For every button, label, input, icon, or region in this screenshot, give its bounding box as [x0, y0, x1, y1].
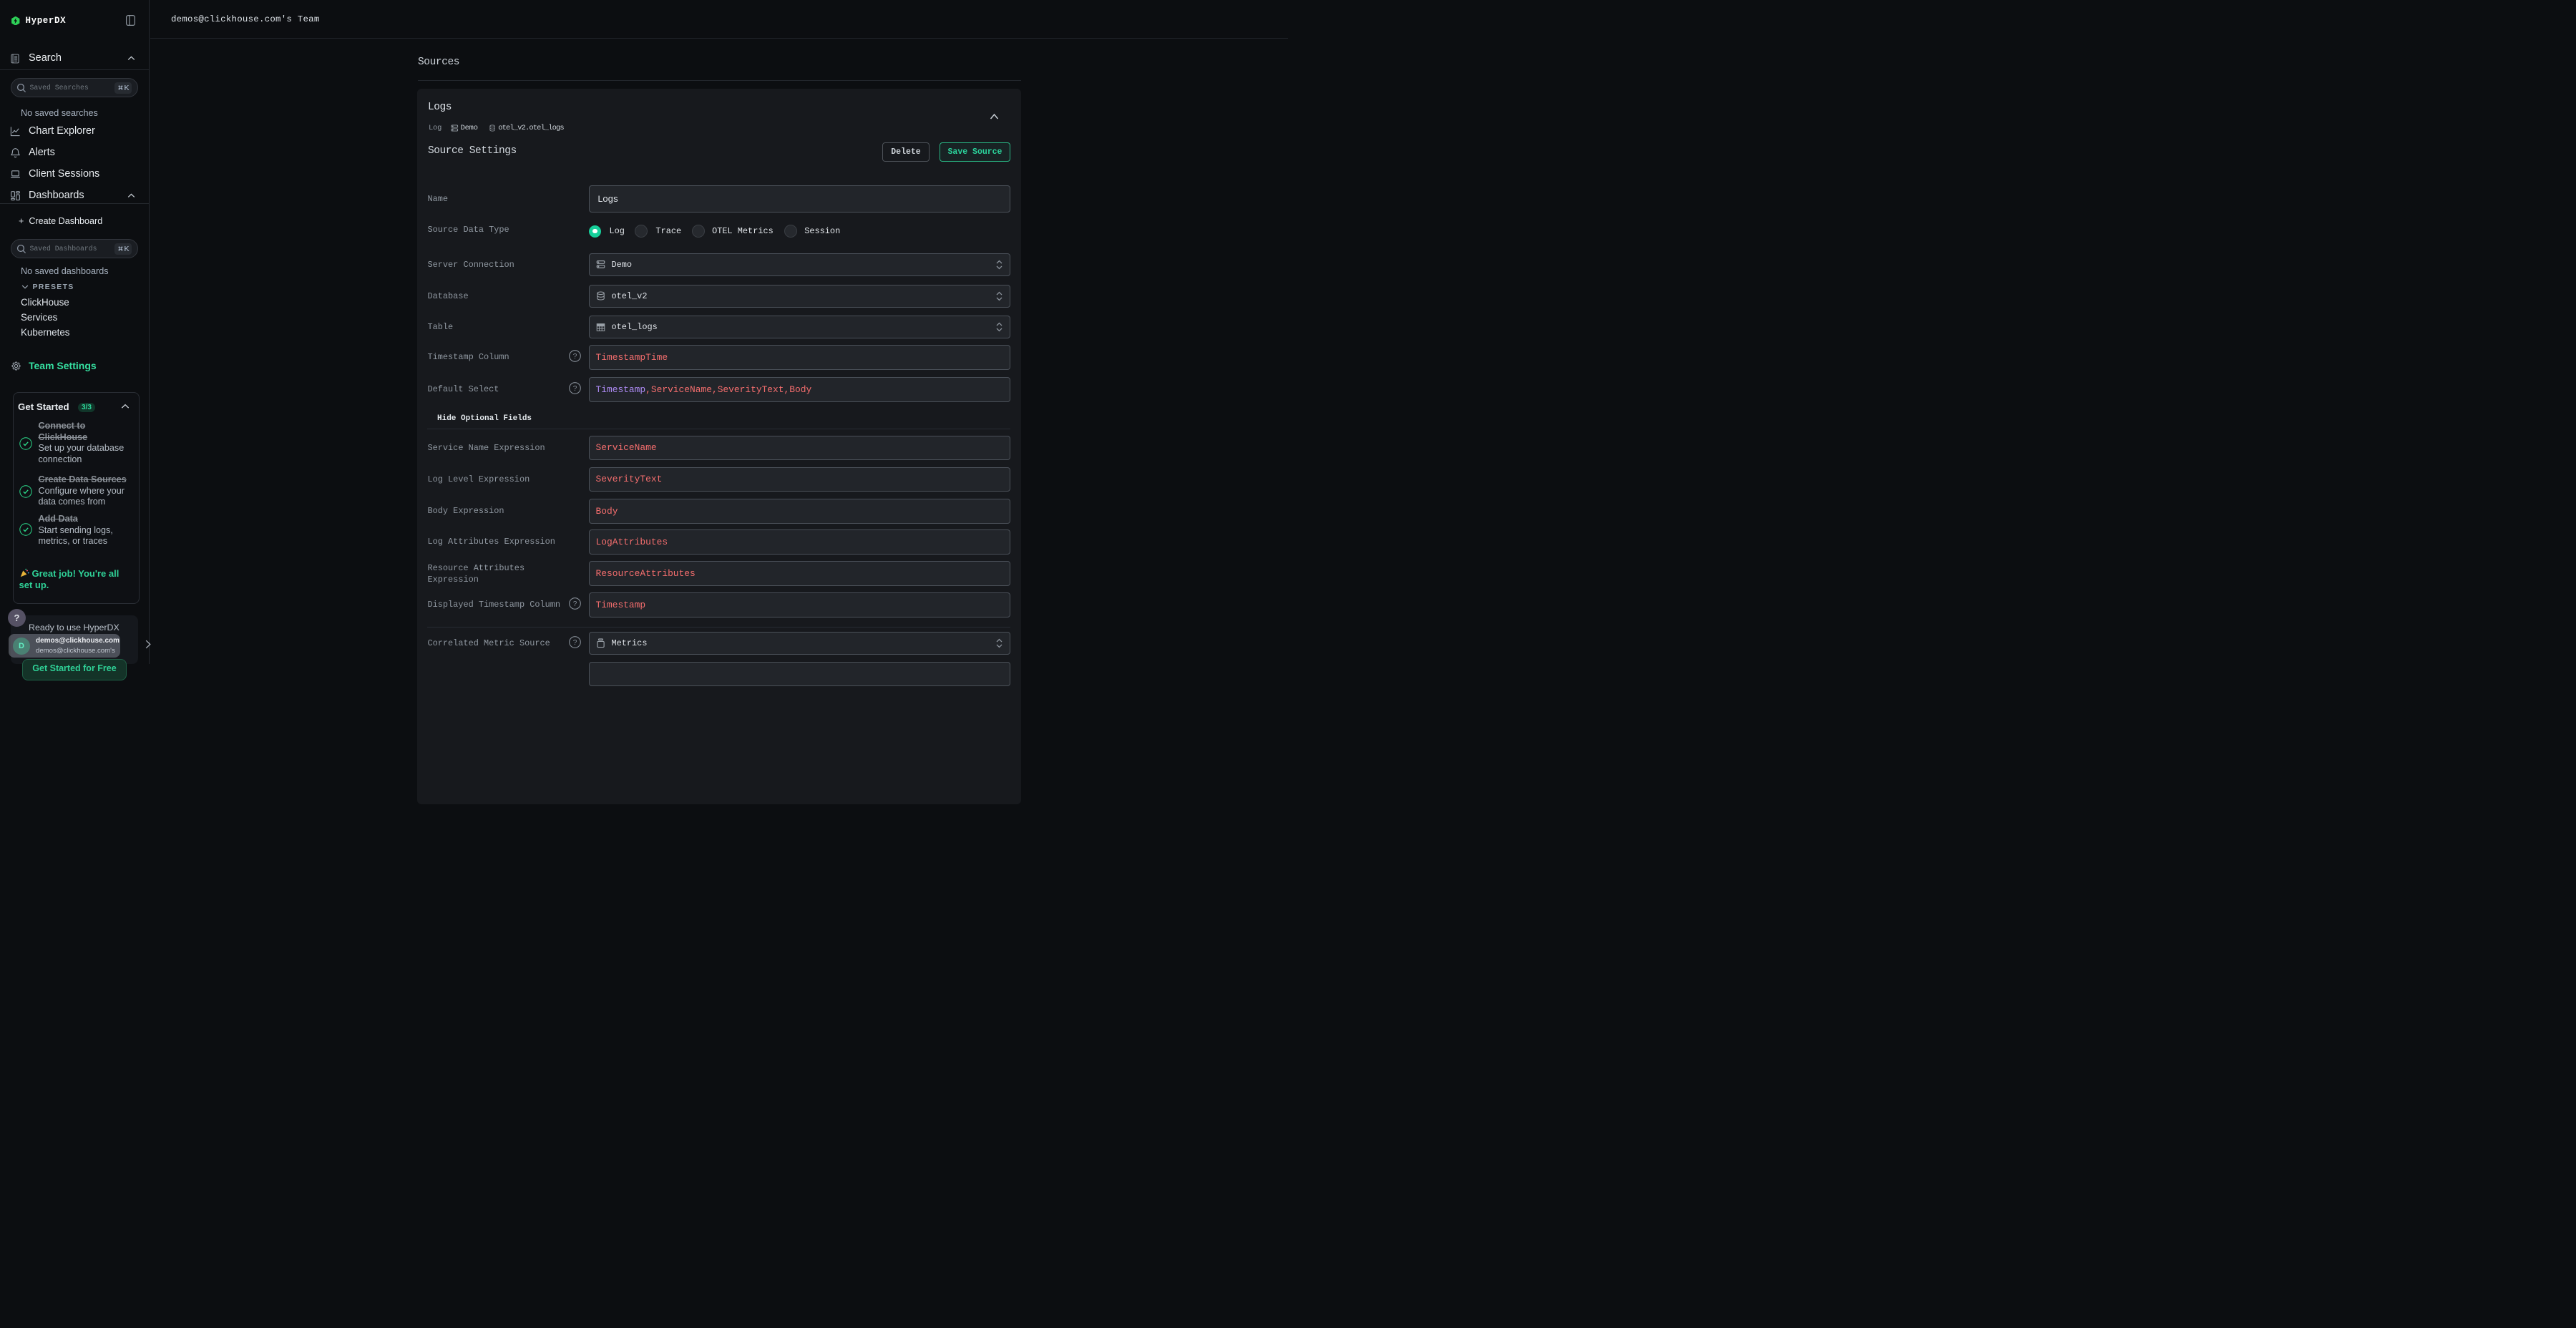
svg-text:?: ? — [573, 639, 577, 647]
svg-text:?: ? — [573, 600, 577, 608]
svg-text:?: ? — [573, 353, 577, 361]
svg-text:?: ? — [573, 385, 577, 393]
